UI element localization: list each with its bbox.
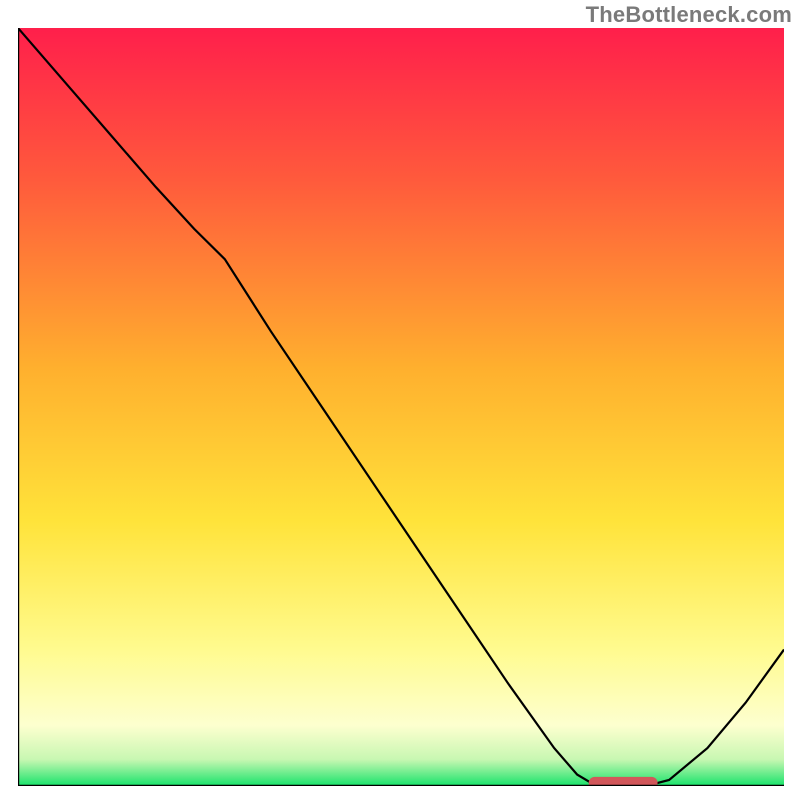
- watermark-text: TheBottleneck.com: [586, 2, 792, 28]
- chart-container: TheBottleneck.com: [0, 0, 800, 800]
- gradient-background: [18, 28, 784, 786]
- plot-svg: [18, 28, 784, 786]
- plot-area: [18, 28, 784, 786]
- optimum-marker: [589, 777, 658, 786]
